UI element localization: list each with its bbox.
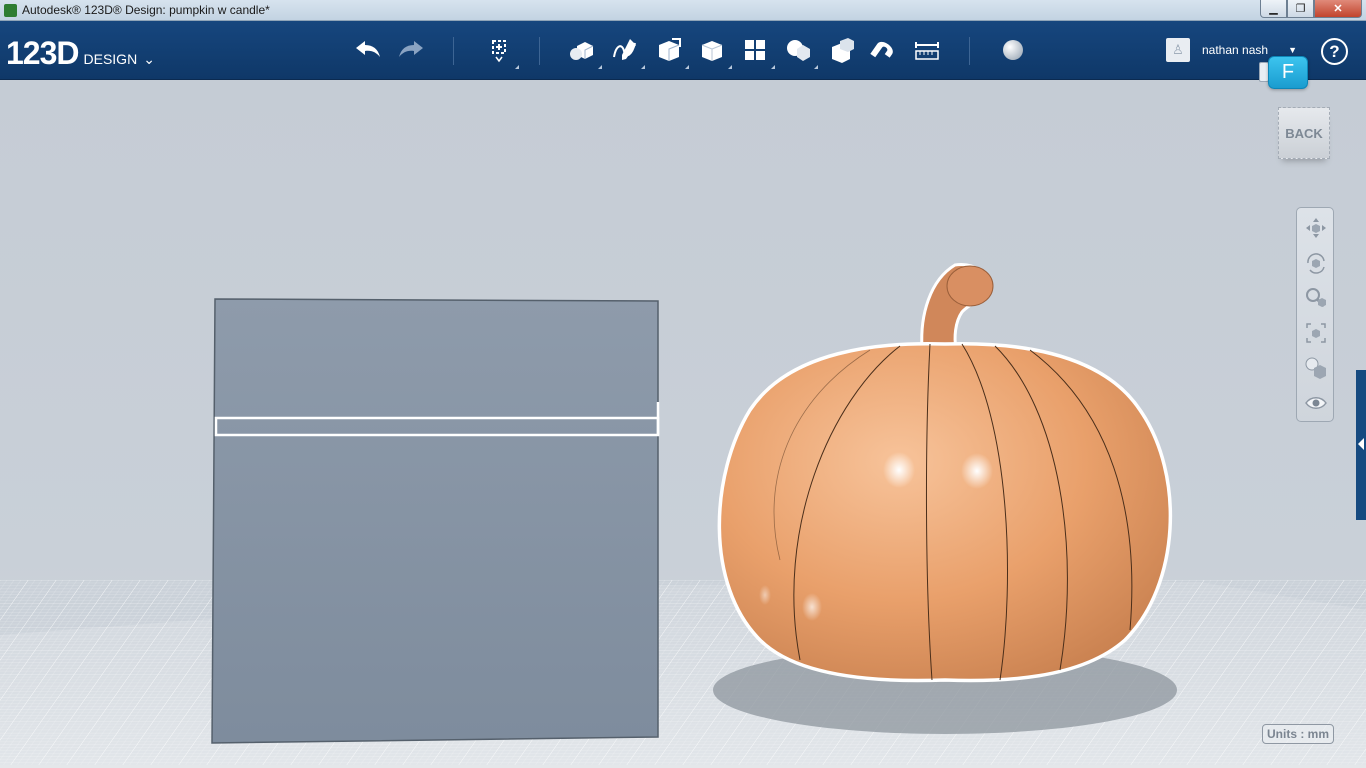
toolbar-separator (969, 37, 970, 65)
construct-icon (659, 38, 681, 61)
grouping-button[interactable] (780, 33, 818, 69)
transform-button[interactable] (481, 33, 519, 69)
navigation-bar (1296, 207, 1334, 422)
dropdown-caret (728, 65, 732, 69)
user-name: nathan nash (1202, 43, 1269, 57)
close-button[interactable]: ✕ (1314, 0, 1362, 18)
modify-button[interactable] (694, 33, 732, 69)
visibility-button[interactable] (1302, 389, 1329, 416)
orbit-icon (1306, 252, 1325, 274)
dropdown-caret (641, 65, 645, 69)
chevron-down-icon: ⌄ (143, 51, 155, 67)
view-cube[interactable]: BACK (1278, 107, 1330, 159)
main-toolbar: 123D DESIGN ⌄ ♙ nathan nash ▼ ? (0, 21, 1366, 80)
undo-icon (356, 41, 380, 57)
pumpkin-model[interactable] (717, 263, 1173, 683)
units-indicator[interactable]: Units : mm (1262, 724, 1335, 744)
material-button[interactable] (995, 33, 1031, 67)
primitives-icon (570, 42, 594, 60)
undo-button[interactable] (350, 33, 386, 67)
modify-icon (701, 41, 723, 61)
user-avatar-icon: ♙ (1166, 38, 1190, 62)
dropdown-caret (598, 65, 602, 69)
window-title-bar: Autodesk® 123D® Design: pumpkin w candle… (0, 0, 1366, 21)
window-title: Autodesk® 123D® Design: pumpkin w candle… (22, 3, 270, 17)
orbit-button[interactable] (1302, 249, 1329, 276)
chevron-left-icon (1358, 438, 1364, 450)
view-style-button[interactable] (1302, 354, 1329, 381)
grouping-icon (787, 40, 810, 61)
material-icon (1003, 40, 1023, 60)
help-button[interactable]: ? (1321, 38, 1348, 65)
snap-button[interactable] (866, 33, 902, 67)
minimize-button[interactable]: ▁ (1260, 0, 1287, 18)
measure-button[interactable] (909, 33, 945, 67)
transform-icon (492, 40, 506, 63)
pattern-button[interactable] (737, 33, 775, 69)
zoom-button[interactable] (1302, 284, 1329, 311)
sketch-button[interactable] (607, 33, 645, 69)
pan-button[interactable] (1302, 214, 1329, 241)
visibility-icon (1304, 396, 1327, 409)
measure-icon (915, 42, 939, 60)
sketch-icon (613, 39, 636, 60)
redo-button[interactable] (393, 33, 429, 67)
logo-main: 123D (6, 35, 79, 71)
combine-icon (832, 38, 854, 63)
pan-icon (1305, 217, 1326, 238)
zoom-icon (1305, 287, 1326, 307)
dropdown-caret (814, 65, 818, 69)
toolbar-separator (539, 37, 540, 65)
3d-viewport[interactable]: BACK Units : mm (0, 80, 1366, 768)
dropdown-caret (515, 65, 519, 69)
toolbar-separator (453, 37, 454, 65)
redo-icon (399, 41, 423, 57)
primitives-button[interactable] (564, 33, 602, 69)
pattern-icon (745, 40, 765, 60)
view-style-icon (1305, 357, 1326, 379)
fit-icon (1305, 322, 1326, 343)
maximize-button[interactable]: ❐ (1287, 0, 1314, 18)
scene-canvas[interactable] (0, 80, 1366, 768)
app-menu-logo[interactable]: 123D DESIGN ⌄ (6, 35, 155, 72)
side-panel-toggle[interactable] (1356, 370, 1366, 520)
snap-icon (870, 41, 893, 58)
combine-button[interactable] (823, 33, 859, 67)
construct-button[interactable] (651, 33, 689, 69)
feedback-badge[interactable]: F (1268, 56, 1308, 89)
dropdown-caret (685, 65, 689, 69)
chevron-down-icon: ▼ (1288, 45, 1297, 55)
app-icon (4, 4, 17, 17)
fit-button[interactable] (1302, 319, 1329, 346)
dropdown-caret (771, 65, 775, 69)
logo-sub: DESIGN (83, 51, 138, 67)
box-model[interactable] (211, 298, 660, 744)
